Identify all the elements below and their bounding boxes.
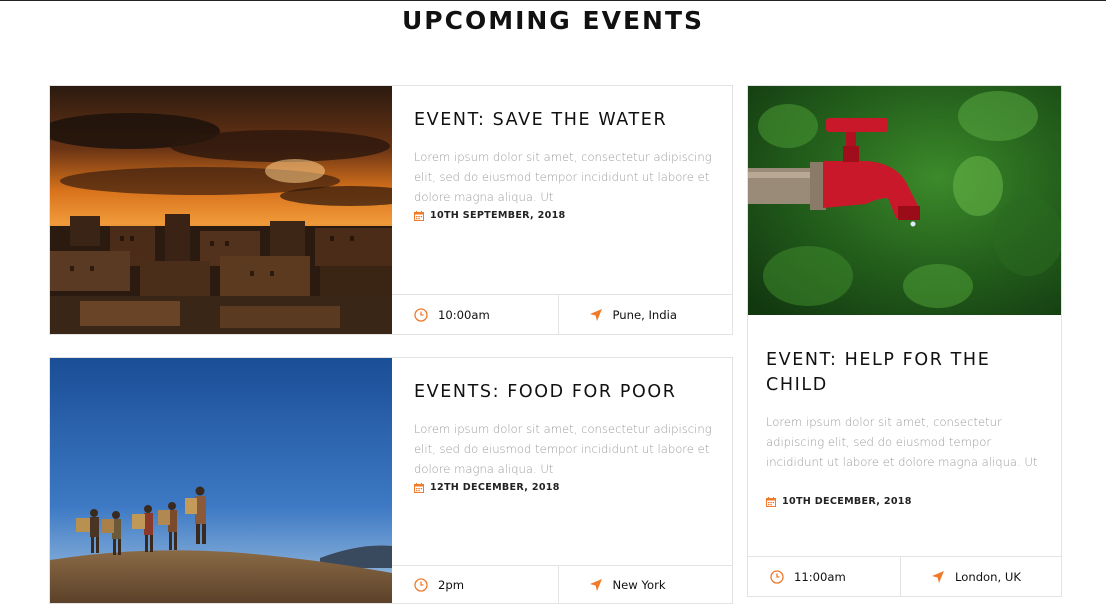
event-time-text: 11:00am <box>794 569 846 584</box>
event-date: 10TH SEPTEMBER, 2018 <box>414 210 732 221</box>
event-image-red-water-tap[interactable] <box>748 86 1061 315</box>
event-time: 10:00am <box>392 295 558 334</box>
event-location-text: New York <box>612 577 666 592</box>
event-title[interactable]: EVENT: HELP FOR THE CHILD <box>766 348 1051 398</box>
event-meta: 11:00am London, UK <box>748 556 1061 596</box>
event-time: 11:00am <box>748 557 900 596</box>
calendar-icon <box>414 482 424 493</box>
section-title: UPCOMING EVENTS <box>401 6 705 35</box>
event-description: Lorem ipsum dolor sit amet, consectetur … <box>766 415 1038 469</box>
event-card-help-for-the-child[interactable]: EVENT: HELP FOR THE CHILD Lorem ipsum do… <box>747 85 1062 597</box>
event-location-text: Pune, India <box>612 307 677 322</box>
location-arrow-icon <box>589 578 603 592</box>
event-body: EVENT: SAVE THE WATER Lorem ipsum dolor … <box>414 108 732 221</box>
event-date-text: 10TH DECEMBER, 2018 <box>782 496 912 507</box>
event-body: EVENTS: FOOD FOR POOR Lorem ipsum dolor … <box>414 380 732 493</box>
event-time-text: 10:00am <box>438 307 490 322</box>
event-time: 2pm <box>392 566 558 603</box>
event-location: London, UK <box>900 557 1061 596</box>
location-arrow-icon <box>931 570 945 584</box>
clock-icon <box>414 577 428 592</box>
event-title[interactable]: EVENT: SAVE THE WATER <box>414 108 732 133</box>
event-card-save-the-water[interactable]: EVENT: SAVE THE WATER Lorem ipsum dolor … <box>49 85 733 335</box>
calendar-icon <box>766 496 776 507</box>
event-card-food-for-poor[interactable]: EVENTS: FOOD FOR POOR Lorem ipsum dolor … <box>49 357 733 604</box>
event-date-text: 12TH DECEMBER, 2018 <box>430 482 560 493</box>
event-location-text: London, UK <box>955 569 1021 584</box>
top-border <box>0 0 1106 1</box>
clock-icon <box>414 307 428 322</box>
event-image-sunset-city[interactable] <box>50 86 392 334</box>
event-date-text: 10TH SEPTEMBER, 2018 <box>430 210 566 221</box>
event-location: Pune, India <box>557 295 733 334</box>
event-title[interactable]: EVENTS: FOOD FOR POOR <box>414 380 732 405</box>
calendar-icon <box>414 210 424 221</box>
event-date: 12TH DECEMBER, 2018 <box>414 482 732 493</box>
event-body: EVENT: HELP FOR THE CHILD Lorem ipsum do… <box>766 348 1051 507</box>
event-date: 10TH DECEMBER, 2018 <box>766 496 1051 507</box>
event-description: Lorem ipsum dolor sit amet, consectetur … <box>414 422 712 476</box>
event-description: Lorem ipsum dolor sit amet, consectetur … <box>414 150 712 204</box>
event-time-text: 2pm <box>438 577 465 592</box>
clock-icon <box>770 569 784 584</box>
location-arrow-icon <box>589 308 603 322</box>
event-image-people-carrying-baskets[interactable] <box>50 358 392 603</box>
event-location: New York <box>557 566 733 603</box>
event-meta: 2pm New York <box>392 565 732 603</box>
event-meta: 10:00am Pune, India <box>392 294 732 334</box>
